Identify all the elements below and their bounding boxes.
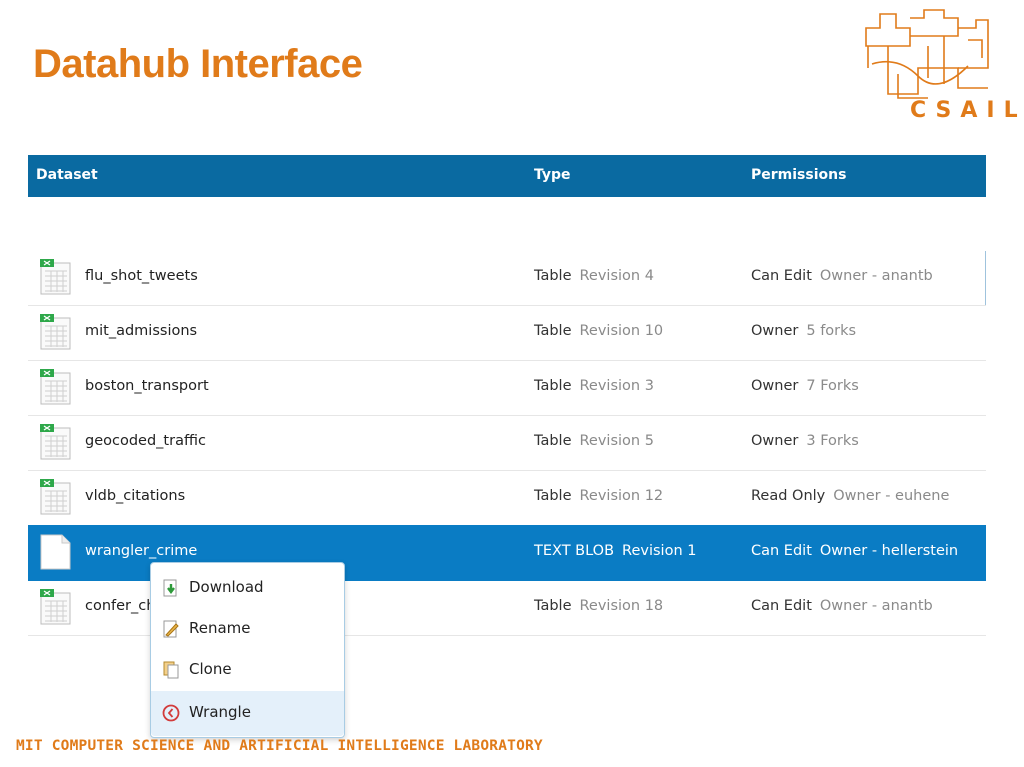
context-menu: Download Rename Clone Wrangle (150, 562, 345, 738)
menu-item-clone[interactable]: Clone (151, 650, 344, 690)
csail-logo-text: CSAIL (910, 98, 1024, 123)
dataset-type-cell: Table Revision 18 (534, 598, 663, 614)
dataset-type: TEXT BLOB (534, 543, 615, 559)
menu-item-wrangle[interactable]: Wrangle (151, 691, 344, 736)
menu-item-rename[interactable]: Rename (151, 609, 344, 649)
dataset-owner-detail: Owner - hellerstein (819, 543, 959, 559)
slide-title: Datahub Interface (33, 42, 363, 86)
dataset-revision: Revision 4 (579, 268, 654, 284)
dataset-row[interactable]: flu_shot_tweets Table Revision 4 Can Edit Ow… (28, 250, 986, 306)
dataset-type: Table (534, 323, 572, 339)
dataset-type: Table (534, 433, 572, 449)
dataset-revision: Revision 5 (579, 433, 654, 449)
dataset-row[interactable]: boston_transport Table Revision 3 Owner 7 Fo… (28, 360, 986, 416)
dataset-type: Table (534, 378, 572, 394)
dataset-revision: Revision 10 (579, 323, 664, 339)
dataset-permission: Owner (751, 378, 799, 394)
dataset-owner-detail: 3 Forks (806, 433, 859, 449)
dataset-name[interactable]: vldb_citations (85, 488, 185, 504)
dataset-type-cell: Table Revision 10 (534, 323, 663, 339)
dataset-row[interactable]: vldb_citations Table Revision 12 Read Only O… (28, 470, 986, 526)
rename-icon (163, 620, 179, 638)
dataset-permissions-cell: Owner 7 Forks (751, 378, 859, 394)
spreadsheet-icon (40, 424, 71, 460)
dataset-permissions-cell: Owner 5 forks (751, 323, 856, 339)
spreadsheet-icon (40, 259, 71, 295)
menu-item-download[interactable]: Download (151, 568, 344, 608)
dataset-permissions-cell: Read Only Owner - euhene (751, 488, 949, 504)
dataset-name[interactable]: confer_ch (85, 598, 155, 614)
wrangle-icon (162, 704, 180, 722)
dataset-name[interactable]: mit_admissions (85, 323, 197, 339)
dataset-permissions-cell: Owner 3 Forks (751, 433, 859, 449)
dataset-owner-detail: Owner - anantb (819, 598, 933, 614)
column-header-dataset[interactable]: Dataset (36, 167, 98, 183)
dataset-type: Table (534, 488, 572, 504)
menu-item-label: Wrangle (189, 703, 251, 721)
spreadsheet-icon (40, 369, 71, 405)
dataset-permission: Can Edit (751, 268, 812, 284)
spreadsheet-icon (40, 314, 71, 350)
dataset-revision: Revision 3 (579, 378, 654, 394)
text-file-icon (40, 534, 71, 570)
dataset-type-cell: Table Revision 12 (534, 488, 663, 504)
dataset-type-cell: Table Revision 4 (534, 268, 654, 284)
dataset-owner-detail: Owner - anantb (819, 268, 933, 284)
spreadsheet-icon (40, 479, 71, 515)
menu-item-label: Download (189, 578, 264, 596)
dataset-name[interactable]: geocoded_traffic (85, 433, 206, 449)
dataset-owner-detail: 7 Forks (806, 378, 859, 394)
dataset-type: Table (534, 268, 572, 284)
table-header: Dataset Type Permissions (28, 155, 986, 197)
dataset-row[interactable]: geocoded_traffic Table Revision 5 Owner 3 Fo… (28, 415, 986, 471)
dataset-permissions-cell: Can Edit Owner - hellerstein (751, 543, 958, 559)
spreadsheet-icon (40, 589, 71, 625)
dataset-type-cell: Table Revision 5 (534, 433, 654, 449)
dataset-permission: Owner (751, 433, 799, 449)
dataset-permission: Owner (751, 323, 799, 339)
dataset-revision: Revision 1 (622, 543, 697, 559)
dataset-permissions-cell: Can Edit Owner - anantb (751, 598, 933, 614)
dataset-name[interactable]: wrangler_crime (85, 543, 197, 559)
dataset-permission: Can Edit (751, 543, 812, 559)
dataset-revision: Revision 12 (579, 488, 664, 504)
column-header-type[interactable]: Type (534, 167, 571, 183)
dataset-type-cell: Table Revision 3 (534, 378, 654, 394)
dataset-permission: Read Only (751, 488, 826, 504)
footer-text: MIT COMPUTER SCIENCE AND ARTIFICIAL INTE… (16, 738, 543, 754)
column-header-permissions[interactable]: Permissions (751, 167, 846, 183)
dataset-permission: Can Edit (751, 598, 812, 614)
dataset-owner-detail: Owner - euhene (833, 488, 950, 504)
dataset-name[interactable]: flu_shot_tweets (85, 268, 198, 284)
dataset-type: Table (534, 598, 572, 614)
dataset-name[interactable]: boston_transport (85, 378, 209, 394)
dataset-type-cell: TEXT BLOB Revision 1 (534, 543, 696, 559)
menu-item-label: Clone (189, 660, 232, 678)
dataset-permissions-cell: Can Edit Owner - anantb (751, 268, 933, 284)
menu-item-label: Rename (189, 619, 251, 637)
dataset-revision: Revision 18 (579, 598, 664, 614)
download-icon (163, 579, 177, 597)
clone-icon (163, 661, 179, 679)
dataset-owner-detail: 5 forks (806, 323, 857, 339)
dataset-row[interactable]: mit_admissions Table Revision 10 Owner 5 for… (28, 305, 986, 361)
